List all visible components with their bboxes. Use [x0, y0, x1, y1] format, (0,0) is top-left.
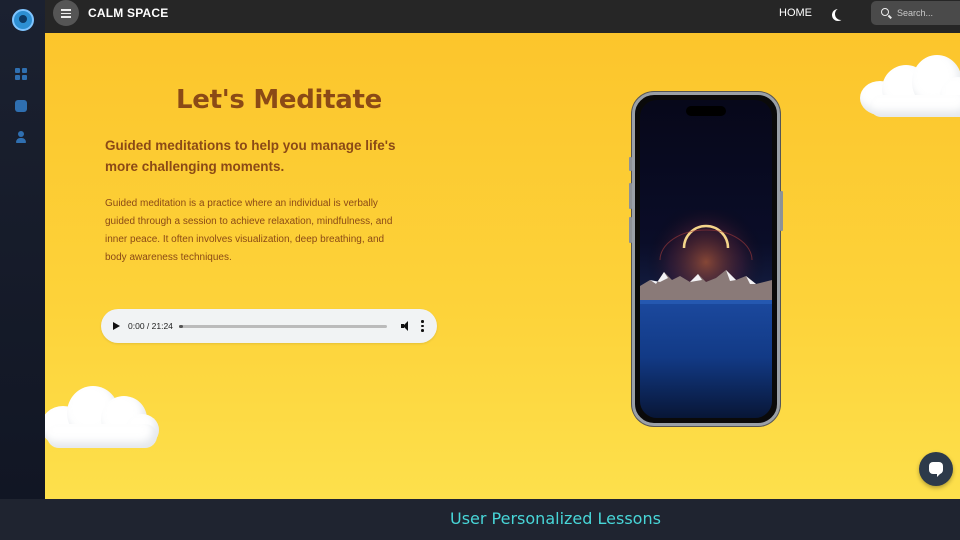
phone-mockup — [629, 92, 783, 426]
top-bar: CALM SPACE HOME — [45, 0, 960, 33]
progress-slider[interactable] — [179, 325, 387, 328]
menu-button[interactable] — [53, 0, 79, 26]
home-link[interactable]: HOME — [779, 7, 812, 19]
caption-text: User Personalized Lessons — [450, 509, 661, 528]
time-display: 0:00 / 21:24 — [128, 321, 173, 331]
description-text: Guided meditation is a practice where an… — [105, 198, 393, 263]
moon-icon[interactable] — [835, 8, 847, 20]
cloud-decoration — [45, 378, 163, 450]
volume-icon[interactable] — [401, 321, 411, 331]
menu-icon — [61, 9, 71, 11]
hero-section: Let's Meditate Guided meditations to hel… — [45, 33, 960, 499]
audio-player: 0:00 / 21:24 — [101, 309, 437, 343]
cloud-decoration — [860, 51, 960, 121]
app-root: CALM SPACE HOME Let's Meditate Guided me… — [0, 0, 960, 540]
play-icon[interactable] — [113, 322, 120, 330]
chat-icon[interactable] — [919, 452, 953, 486]
user-icon[interactable] — [15, 131, 27, 143]
left-sidebar — [0, 0, 45, 499]
landscape-illustration — [640, 210, 772, 418]
page-title: Let's Meditate — [176, 85, 382, 115]
app-logo-icon[interactable] — [12, 9, 34, 31]
search-input[interactable] — [897, 5, 957, 21]
caption-bar: User Personalized Lessons — [0, 499, 960, 540]
search-box[interactable] — [871, 1, 960, 25]
puzzle-icon[interactable] — [15, 100, 27, 112]
search-icon — [881, 8, 889, 16]
phone-screen-image — [640, 100, 772, 418]
page-subtitle: Guided meditations to help you manage li… — [105, 138, 396, 174]
progress-fill — [179, 325, 184, 328]
grid-icon[interactable] — [15, 68, 27, 80]
more-options-icon[interactable] — [421, 320, 424, 332]
brand-title[interactable]: CALM SPACE — [88, 6, 168, 20]
